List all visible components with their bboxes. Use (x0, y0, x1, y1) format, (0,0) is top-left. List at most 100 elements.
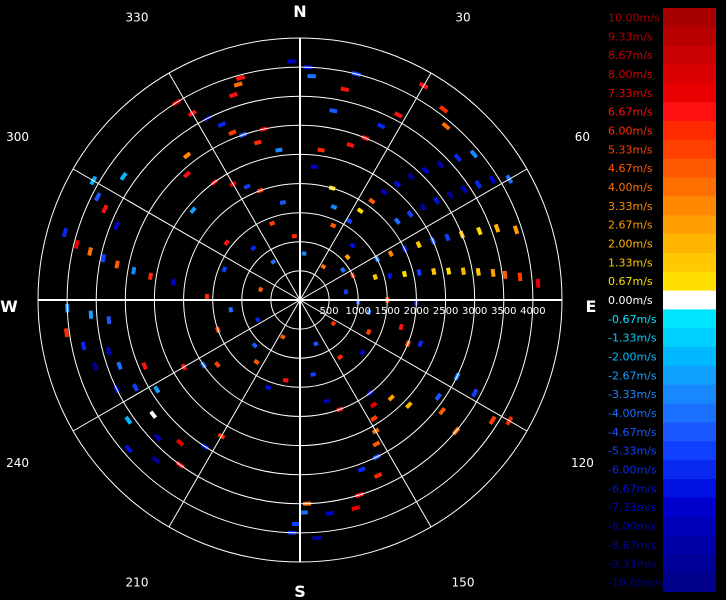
velocity-cell (444, 233, 451, 242)
legend-swatch (663, 196, 716, 216)
velocity-cell (474, 179, 483, 189)
velocity-cell (330, 204, 338, 210)
legend-label: 7.33m/s (608, 87, 653, 100)
velocity-cell (119, 171, 128, 181)
legend-label: 0.00m/s (608, 294, 653, 307)
velocity-cell (393, 180, 402, 188)
legend-swatch (663, 26, 716, 47)
legend-swatch (663, 139, 716, 160)
velocity-cell (393, 111, 403, 119)
velocity-cell (282, 377, 289, 383)
legend-label: 6.67m/s (608, 106, 653, 119)
velocity-cell (80, 341, 87, 351)
velocity-cell (279, 200, 287, 205)
velocity-cell (460, 267, 466, 276)
velocity-cell (63, 328, 70, 338)
legend-label: -9.33m/s (608, 558, 657, 571)
legend-swatch (663, 347, 716, 367)
legend-label: 4.00m/s (608, 181, 653, 194)
velocity-cell (131, 383, 140, 392)
velocity-cell (372, 273, 378, 281)
velocity-cell (419, 203, 427, 212)
legend-swatch (663, 554, 716, 574)
velocity-cell (325, 510, 335, 516)
velocity-cell (445, 267, 452, 275)
legend-label: 8.67m/s (608, 49, 653, 62)
legend-swatch (663, 497, 716, 518)
velocity-cell (153, 433, 162, 442)
velocity-cell (398, 323, 404, 331)
velocity-cell (116, 361, 123, 371)
legend-swatch (663, 83, 716, 103)
velocity-cell (317, 147, 325, 153)
velocity-cell (287, 59, 297, 64)
legend-label: -8.67m/s (608, 539, 657, 552)
velocity-cell (369, 401, 378, 409)
velocity-cell (432, 196, 441, 205)
velocity-cell (469, 149, 479, 159)
velocity-cell (387, 394, 396, 402)
velocity-cell (340, 86, 350, 93)
legend-label: 0.67m/s (608, 275, 653, 288)
velocity-cell (307, 73, 316, 79)
velocity-cell (434, 392, 443, 401)
velocity-cell (380, 188, 388, 196)
velocity-cell (393, 217, 401, 225)
velocity-cell (182, 151, 192, 160)
cardinal-west: W (0, 297, 18, 316)
velocity-cell (151, 455, 161, 465)
legend-label: -7.33m/s (608, 501, 657, 514)
velocity-cell (176, 438, 185, 447)
velocity-cell (275, 147, 283, 153)
velocity-cell (131, 266, 137, 275)
legend-label: 6.00m/s (608, 125, 653, 138)
velocity-cell (416, 269, 422, 276)
velocity-cell (251, 342, 258, 349)
bearing-label: 300 (6, 130, 29, 144)
velocity-cell (233, 81, 243, 88)
legend-label: -2.67m/s (608, 369, 657, 382)
velocity-cell (101, 204, 109, 214)
velocity-cell (310, 372, 317, 377)
velocity-cell (488, 175, 497, 185)
legend-label: -6.67m/s (608, 482, 657, 495)
legend-swatch (663, 177, 716, 197)
legend-swatch (663, 45, 716, 66)
velocity-cell (170, 278, 176, 286)
velocity-cell (147, 272, 154, 280)
velocity-cell (214, 360, 221, 369)
velocity-cell (517, 272, 523, 282)
legend-swatch (663, 121, 716, 141)
velocity-cell (106, 316, 112, 325)
velocity-cell (243, 183, 251, 190)
velocity-cell (153, 385, 161, 394)
velocity-cell (373, 472, 383, 479)
legend-swatch (663, 309, 716, 329)
legend-swatch (663, 252, 716, 273)
velocity-cell (301, 251, 307, 256)
velocity-cell (493, 223, 501, 233)
bearing-label: 120 (571, 456, 594, 470)
legend-label: 9.33m/s (608, 30, 653, 43)
velocity-cell (438, 406, 447, 416)
velocity-cell (312, 535, 322, 541)
legend-swatch (663, 422, 716, 442)
velocity-cell (446, 190, 454, 199)
legend-label: -2.00m/s (608, 351, 657, 364)
velocity-cell (228, 91, 238, 99)
velocity-cell (368, 197, 376, 205)
legend-label: 2.67m/s (608, 219, 653, 232)
velocity-cell (61, 227, 69, 238)
velocity-cell (406, 210, 414, 218)
legend-swatch (663, 384, 716, 405)
legend-swatch (663, 573, 716, 592)
velocity-cell (401, 270, 408, 278)
legend-label: -10.00m/s (608, 577, 664, 590)
bearing-label: 330 (126, 11, 149, 25)
cardinal-north: N (293, 2, 306, 21)
velocity-cell (490, 268, 496, 278)
velocity-cell (349, 242, 356, 249)
range-label: 500 (320, 306, 339, 317)
velocity-cell (113, 221, 120, 231)
polar-velocity-chart: N S W E 500 1000 1500 2000 2500 3000 3500 4000 3… (0, 2, 596, 600)
